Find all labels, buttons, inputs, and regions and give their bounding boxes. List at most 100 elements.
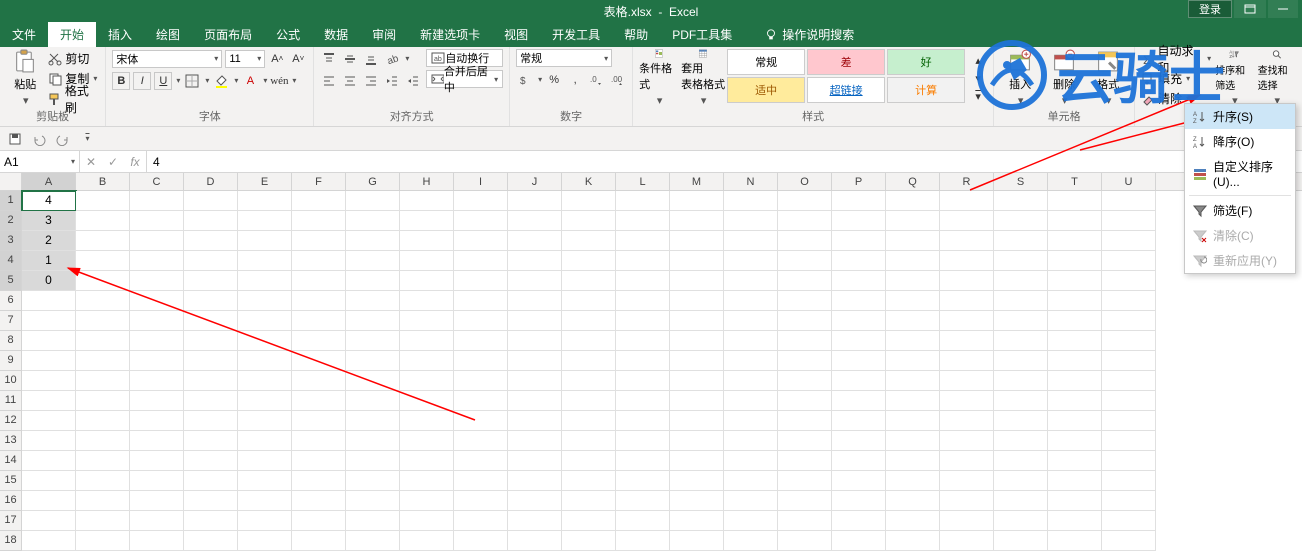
cell[interactable]	[130, 231, 184, 251]
cell[interactable]	[292, 191, 346, 211]
cancel-formula-icon[interactable]: ✕	[80, 155, 102, 169]
row-header[interactable]: 14	[0, 451, 22, 471]
cell[interactable]	[724, 231, 778, 251]
cell[interactable]	[886, 331, 940, 351]
cell[interactable]	[616, 411, 670, 431]
cell[interactable]	[1048, 191, 1102, 211]
cell[interactable]	[508, 471, 562, 491]
cell[interactable]	[1048, 391, 1102, 411]
cell[interactable]	[1102, 271, 1156, 291]
cell[interactable]: 2	[22, 231, 76, 251]
cell[interactable]	[346, 331, 400, 351]
cell[interactable]	[22, 311, 76, 331]
cell[interactable]	[76, 211, 130, 231]
cell[interactable]	[940, 511, 994, 531]
decrease-font-icon[interactable]: A˅	[289, 50, 307, 68]
cell[interactable]	[508, 211, 562, 231]
cell[interactable]	[832, 251, 886, 271]
cell[interactable]	[886, 531, 940, 551]
cell[interactable]	[1048, 311, 1102, 331]
tell-me-search[interactable]: 操作说明搜索	[754, 22, 864, 47]
cell[interactable]	[454, 211, 508, 231]
cell[interactable]	[562, 391, 616, 411]
cell[interactable]	[346, 491, 400, 511]
cell[interactable]	[994, 251, 1048, 271]
delete-cells-button[interactable]: 删除▾	[1044, 49, 1084, 107]
row-header[interactable]: 2	[0, 211, 22, 231]
qat-redo-icon[interactable]	[54, 130, 72, 148]
col-header-G[interactable]: G	[346, 173, 400, 190]
cell[interactable]	[238, 291, 292, 311]
formula-input[interactable]: 4	[147, 151, 1302, 172]
cell[interactable]	[994, 271, 1048, 291]
cell[interactable]	[562, 251, 616, 271]
cell[interactable]	[292, 211, 346, 231]
cell[interactable]	[670, 191, 724, 211]
cell[interactable]	[1102, 251, 1156, 271]
cell[interactable]	[184, 491, 238, 511]
style-bad[interactable]: 差	[807, 49, 885, 75]
cell[interactable]	[184, 211, 238, 231]
cell[interactable]	[778, 331, 832, 351]
cell[interactable]	[454, 431, 508, 451]
underline-button[interactable]: U	[154, 72, 172, 90]
cell[interactable]	[292, 411, 346, 431]
cell[interactable]	[616, 251, 670, 271]
cell[interactable]	[130, 331, 184, 351]
cell[interactable]	[400, 391, 454, 411]
cell[interactable]	[670, 491, 724, 511]
cell[interactable]	[292, 491, 346, 511]
cell[interactable]	[400, 491, 454, 511]
col-header-L[interactable]: L	[616, 173, 670, 190]
cell[interactable]	[886, 511, 940, 531]
cell[interactable]	[940, 191, 994, 211]
row-header[interactable]: 18	[0, 531, 22, 551]
cell[interactable]	[238, 191, 292, 211]
cell[interactable]	[454, 351, 508, 371]
cell[interactable]	[616, 331, 670, 351]
cell[interactable]	[184, 451, 238, 471]
conditional-format-button[interactable]: 条件格式▾	[639, 49, 679, 107]
cell[interactable]	[346, 391, 400, 411]
menu-custom-sort[interactable]: 自定义排序(U)...	[1185, 154, 1295, 193]
cell[interactable]	[184, 251, 238, 271]
paste-button[interactable]: 粘贴 ▾	[6, 49, 44, 107]
cell[interactable]	[724, 271, 778, 291]
row-header[interactable]: 1	[0, 191, 22, 211]
cell[interactable]	[346, 511, 400, 531]
cell[interactable]	[994, 311, 1048, 331]
cell[interactable]	[886, 371, 940, 391]
cell[interactable]	[724, 411, 778, 431]
cell[interactable]	[616, 311, 670, 331]
cell[interactable]	[832, 371, 886, 391]
cell[interactable]	[184, 271, 238, 291]
cell[interactable]	[184, 191, 238, 211]
cell[interactable]	[508, 271, 562, 291]
cell[interactable]	[994, 351, 1048, 371]
col-header-J[interactable]: J	[508, 173, 562, 190]
percent-button[interactable]: %	[545, 71, 563, 89]
decrease-indent-icon[interactable]	[383, 72, 401, 90]
cell[interactable]	[508, 451, 562, 471]
align-top-icon[interactable]	[320, 50, 338, 68]
cell[interactable]	[778, 471, 832, 491]
cell[interactable]	[238, 391, 292, 411]
cell[interactable]	[400, 511, 454, 531]
cell[interactable]	[562, 371, 616, 391]
cell[interactable]	[724, 451, 778, 471]
cell[interactable]	[508, 191, 562, 211]
cell[interactable]	[994, 511, 1048, 531]
cell[interactable]	[670, 511, 724, 531]
row-header[interactable]: 17	[0, 511, 22, 531]
cell[interactable]	[886, 351, 940, 371]
increase-decimal-icon[interactable]: .0	[587, 71, 605, 89]
cell[interactable]	[562, 431, 616, 451]
cell[interactable]	[400, 451, 454, 471]
font-name-select[interactable]: 宋体▾	[112, 50, 222, 68]
cell[interactable]	[400, 431, 454, 451]
col-header-F[interactable]: F	[292, 173, 346, 190]
cell[interactable]	[994, 411, 1048, 431]
decrease-decimal-icon[interactable]: .00	[608, 71, 626, 89]
cell[interactable]	[292, 531, 346, 551]
menu-filter[interactable]: 筛选(F)	[1185, 198, 1295, 223]
